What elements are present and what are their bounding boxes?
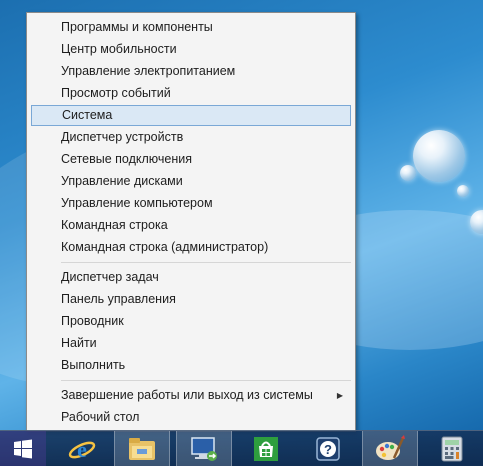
menu-item-system[interactable]: Система — [31, 105, 351, 126]
paint-icon — [376, 434, 405, 460]
remote-desktop-icon — [191, 436, 217, 461]
menu-item-run[interactable]: Выполнить — [31, 355, 351, 376]
menu-item-computer-management[interactable]: Управление компьютером — [31, 193, 351, 214]
file-explorer-icon — [129, 437, 155, 460]
menu-item-control-panel[interactable]: Панель управления — [31, 289, 351, 310]
menu-item-disk-management[interactable]: Управление дисками — [31, 171, 351, 192]
taskbar-store[interactable] — [238, 431, 294, 466]
svg-text:?: ? — [324, 442, 332, 457]
menu-item-task-manager[interactable]: Диспетчер задач — [31, 267, 351, 288]
taskbar-file-explorer[interactable] — [114, 431, 170, 466]
internet-explorer-icon: e — [68, 437, 96, 462]
menu-item-label: Завершение работы или выход из системы — [61, 388, 313, 402]
taskbar-remote-desktop[interactable] — [176, 431, 232, 466]
menu-item-power-options[interactable]: Управление электропитанием — [31, 61, 351, 82]
calculator-icon — [441, 436, 463, 461]
taskbar-calculator[interactable] — [424, 431, 480, 466]
bubble-decoration — [413, 130, 465, 182]
start-button[interactable] — [0, 431, 46, 466]
menu-item-file-explorer[interactable]: Проводник — [31, 311, 351, 332]
taskbar-help[interactable]: ? — [300, 431, 356, 466]
bubble-decoration — [457, 185, 469, 197]
menu-separator — [61, 262, 351, 263]
taskbar: e ? — [0, 430, 483, 466]
menu-separator — [61, 380, 351, 381]
menu-item-mobility-center[interactable]: Центр мобильности — [31, 39, 351, 60]
menu-item-network-connections[interactable]: Сетевые подключения — [31, 149, 351, 170]
menu-item-shutdown-signout[interactable]: Завершение работы или выход из системы ▶ — [31, 385, 351, 406]
menu-item-desktop[interactable]: Рабочий стол — [31, 407, 351, 428]
help-icon: ? — [316, 436, 340, 461]
menu-item-programs-features[interactable]: Программы и компоненты — [31, 17, 351, 38]
winx-context-menu: Программы и компоненты Центр мобильности… — [26, 12, 356, 432]
bubble-decoration — [400, 165, 416, 181]
svg-text:e: e — [77, 437, 87, 462]
windows-start-icon — [14, 439, 32, 458]
menu-item-command-prompt-admin[interactable]: Командная строка (администратор) — [31, 237, 351, 258]
chevron-right-icon: ▶ — [336, 391, 343, 400]
store-icon — [254, 436, 278, 461]
menu-item-device-manager[interactable]: Диспетчер устройств — [31, 127, 351, 148]
menu-item-command-prompt[interactable]: Командная строка — [31, 215, 351, 236]
menu-item-search[interactable]: Найти — [31, 333, 351, 354]
taskbar-internet-explorer[interactable]: e — [54, 431, 110, 466]
taskbar-paint[interactable] — [362, 431, 418, 466]
menu-item-event-viewer[interactable]: Просмотр событий — [31, 83, 351, 104]
